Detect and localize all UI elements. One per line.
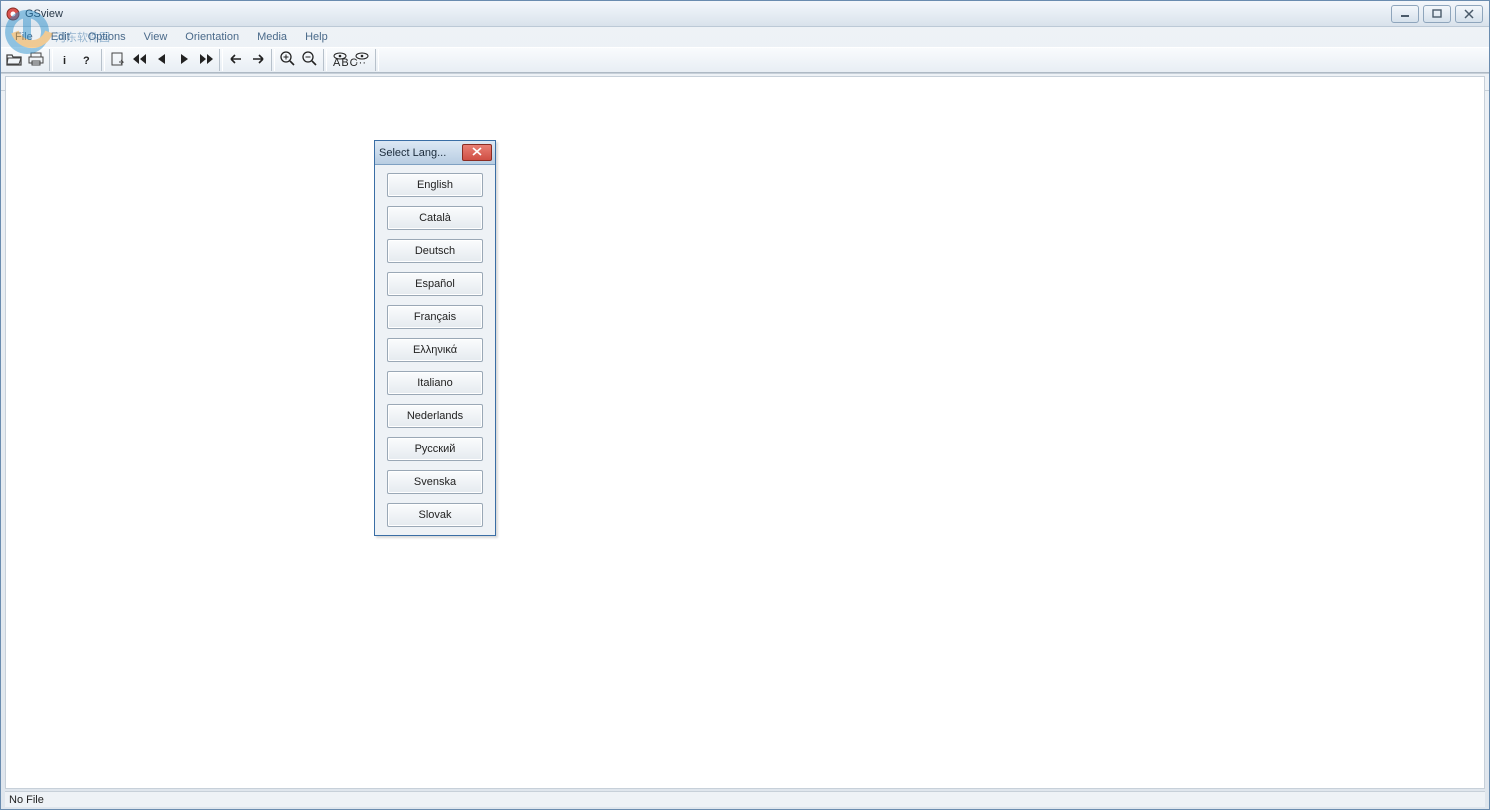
statusbar: No File (5, 791, 1485, 807)
toolbar-separator (101, 49, 105, 71)
menu-help[interactable]: Help (297, 29, 336, 45)
help-icon: ? (81, 52, 95, 69)
toolbar-separator (271, 49, 275, 71)
first-page-icon (132, 53, 148, 68)
menubar: File Edit Options View Orientation Media… (1, 27, 1489, 47)
menu-file[interactable]: File (7, 29, 41, 45)
language-button-english[interactable]: English (387, 173, 483, 197)
window-title: GSview (25, 8, 63, 20)
toolbar: i ? ABC ··· (1, 47, 1489, 73)
first-page-button[interactable] (129, 49, 151, 71)
prev-page-button[interactable] (151, 49, 173, 71)
close-button[interactable] (1455, 5, 1483, 23)
language-button-espanol[interactable]: Español (387, 272, 483, 296)
language-button-catala[interactable]: Català (387, 206, 483, 230)
print-icon (28, 52, 44, 69)
find-text-icon: ABC (331, 52, 349, 69)
main-window: GSview File Edit Options View Orientatio… (0, 0, 1490, 810)
zoom-in-button[interactable] (277, 49, 299, 71)
print-button[interactable] (25, 49, 47, 71)
open-folder-icon (6, 52, 22, 69)
find-next-icon: ··· (353, 52, 371, 69)
info-icon: i (59, 52, 73, 69)
close-icon (472, 147, 482, 159)
language-button-nederlands[interactable]: Nederlands (387, 404, 483, 428)
select-language-dialog: Select Lang... English Català Deutsch Es… (374, 140, 496, 536)
next-page-icon (178, 53, 190, 68)
language-button-russian[interactable]: Русский (387, 437, 483, 461)
zoom-in-icon (280, 51, 296, 70)
dialog-titlebar[interactable]: Select Lang... (375, 141, 495, 165)
toolbar-separator (375, 49, 379, 71)
next-page-button[interactable] (173, 49, 195, 71)
app-icon (5, 6, 21, 22)
toolbar-separator (49, 49, 53, 71)
forward-button[interactable] (247, 49, 269, 71)
zoom-out-button[interactable] (299, 49, 321, 71)
language-button-slovak[interactable]: Slovak (387, 503, 483, 527)
minimize-button[interactable] (1391, 5, 1419, 23)
menu-view[interactable]: View (136, 29, 176, 45)
language-button-italiano[interactable]: Italiano (387, 371, 483, 395)
menu-options[interactable]: Options (80, 29, 134, 45)
document-viewport (5, 76, 1485, 789)
language-button-greek[interactable]: Ελληνικά (387, 338, 483, 362)
last-page-icon (198, 53, 214, 68)
language-button-svenska[interactable]: Svenska (387, 470, 483, 494)
toolbar-separator (323, 49, 327, 71)
menu-orientation[interactable]: Orientation (177, 29, 247, 45)
toolbar-separator (219, 49, 223, 71)
forward-arrow-icon (251, 53, 265, 68)
titlebar: GSview (1, 1, 1489, 27)
back-button[interactable] (225, 49, 247, 71)
goto-page-button[interactable] (107, 49, 129, 71)
svg-text:?: ? (83, 55, 90, 67)
svg-text:···: ··· (355, 57, 366, 69)
info-button[interactable]: i (55, 49, 77, 71)
open-button[interactable] (3, 49, 25, 71)
dialog-body: English Català Deutsch Español Français … (375, 165, 495, 535)
find-next-button[interactable]: ··· (351, 49, 373, 71)
language-button-francais[interactable]: Français (387, 305, 483, 329)
dialog-close-button[interactable] (462, 144, 492, 161)
prev-page-icon (156, 53, 168, 68)
menu-edit[interactable]: Edit (43, 29, 78, 45)
back-arrow-icon (229, 53, 243, 68)
status-text: No File (9, 794, 44, 806)
dialog-title: Select Lang... (379, 147, 446, 159)
menu-media[interactable]: Media (249, 29, 295, 45)
svg-text:i: i (63, 55, 66, 67)
zoom-out-icon (302, 51, 318, 70)
last-page-button[interactable] (195, 49, 217, 71)
maximize-button[interactable] (1423, 5, 1451, 23)
find-text-button[interactable]: ABC (329, 49, 351, 71)
goto-page-icon (110, 52, 126, 69)
help-button[interactable]: ? (77, 49, 99, 71)
language-button-deutsch[interactable]: Deutsch (387, 239, 483, 263)
